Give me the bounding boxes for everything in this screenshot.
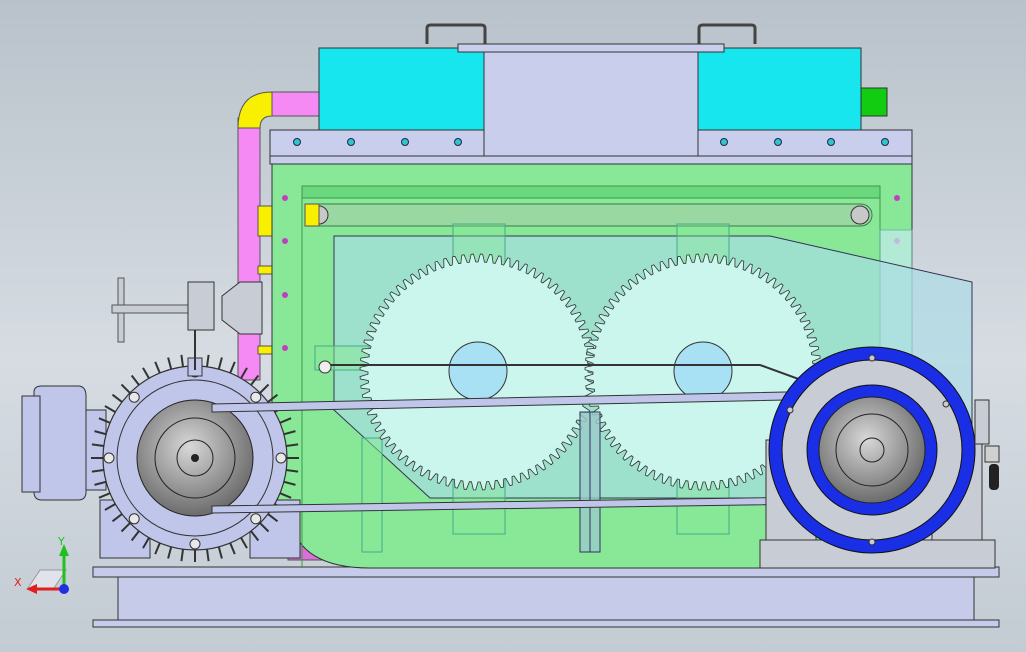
motor-bolt: [189, 538, 201, 550]
motor-end-cap: [33, 385, 87, 501]
hopper-center-plate: [483, 51, 699, 157]
lifting-handle-right: [697, 23, 757, 44]
tank-rail-upper: [301, 185, 881, 199]
agitator-shaft-slot: [305, 203, 873, 227]
hopper-lid: [457, 43, 725, 53]
tension-pivot: [318, 360, 332, 374]
shaft-bearing-marker: [304, 203, 320, 227]
base-bottom-rail: [92, 619, 1000, 628]
pipe-clamp-upper: [257, 205, 273, 237]
motor-bolt: [250, 513, 262, 525]
valve-housing: [221, 281, 263, 335]
motor-bolt: [128, 513, 140, 525]
valve-body: [187, 281, 215, 331]
pipe-elbow: [237, 91, 273, 129]
motor-bolt: [275, 452, 287, 464]
terminal-box: [21, 395, 41, 493]
flange-left: [269, 129, 485, 157]
pulley-bolt-top: [868, 354, 876, 362]
motor-bolt: [250, 391, 262, 403]
pipe-clamp-middle: [257, 265, 273, 275]
base-body: [117, 576, 975, 621]
pulley-bolt-left: [786, 406, 794, 414]
flange-right: [697, 129, 913, 157]
triad-plane: [27, 569, 67, 589]
pipe-vertical: [237, 117, 261, 381]
pulley-bolt-right: [942, 400, 950, 408]
pipe-clamp-lower: [257, 345, 273, 355]
xyz-triad-icon: Y X: [14, 535, 69, 594]
triad-z-axis: [59, 584, 69, 594]
triad-x-label: X: [14, 576, 22, 589]
triad-y-label: Y: [57, 535, 65, 548]
electric-motor: [21, 354, 301, 562]
hopper-assembly: [269, 23, 913, 165]
gear-left-hub: [448, 341, 508, 401]
tank-support-leg: [361, 437, 383, 553]
shaft-end-right: [850, 205, 870, 225]
latch-handle[interactable]: [989, 464, 999, 490]
lifting-handle-left: [425, 23, 487, 44]
outlet-fitting: [860, 87, 888, 117]
cad-viewport[interactable]: Y X: [0, 0, 1026, 652]
pulley-bolt-bottom: [868, 538, 876, 546]
assembly-drawing: Y X: [14, 23, 1000, 628]
motor-bolt: [128, 391, 140, 403]
gear-right-hub: [673, 341, 733, 401]
flange-bottom: [269, 155, 913, 165]
pipe-horizontal: [271, 91, 321, 117]
base-frame: [92, 566, 1000, 628]
motor-shaft: [191, 454, 199, 462]
motor-bolt: [103, 452, 115, 464]
latch-bracket: [974, 399, 990, 445]
latch-plate: [984, 445, 1000, 463]
pulley-face: [818, 396, 926, 504]
